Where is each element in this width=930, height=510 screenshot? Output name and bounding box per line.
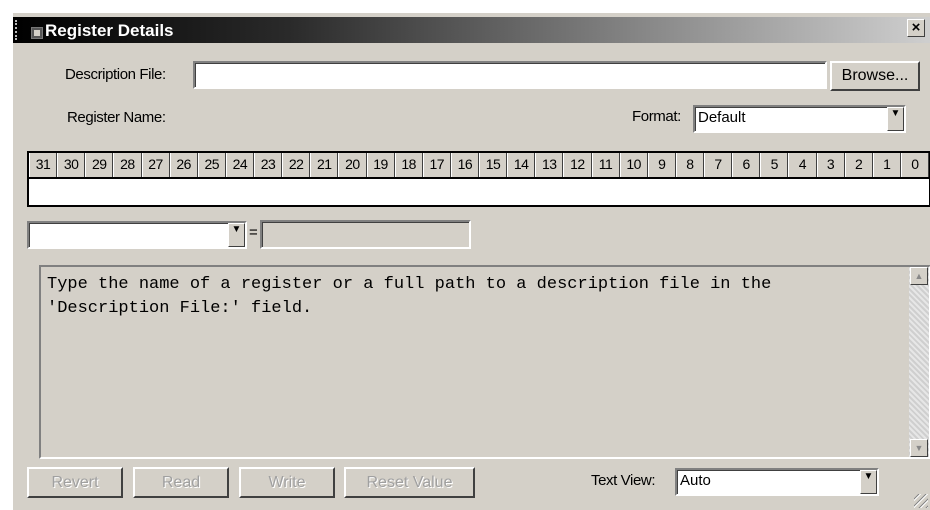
bit-header-10: 10 [619, 153, 648, 177]
browse-button[interactable]: Browse... [830, 61, 920, 91]
scroll-down-icon[interactable]: ▼ [910, 439, 928, 457]
bit-header-3: 3 [816, 153, 845, 177]
text-view-value: Auto [680, 472, 711, 489]
bit-header-19: 19 [366, 153, 395, 177]
output-text: Type the name of a register or a full pa… [47, 273, 892, 321]
bit-header-15: 15 [479, 153, 508, 177]
output-text-line2: 'Description File:' field. [47, 299, 313, 318]
bit-header-row: 31 30 29 28 27 26 25 24 23 22 21 20 19 18 17 16 15 14 13 12… [29, 153, 929, 179]
text-view-select[interactable]: Auto ▼ [675, 468, 879, 496]
grip-icon [15, 20, 21, 40]
equals-sign: = [249, 224, 258, 241]
reset-value-button[interactable]: Reset Value [344, 467, 475, 498]
app-icon [31, 27, 43, 39]
bit-header-22: 22 [282, 153, 311, 177]
close-button[interactable]: × [907, 19, 925, 37]
bit-header-17: 17 [422, 153, 451, 177]
bit-header-9: 9 [647, 153, 676, 177]
format-value: Default [698, 109, 746, 126]
register-name-label: Register Name: [67, 109, 166, 126]
bit-header-18: 18 [394, 153, 423, 177]
field-select[interactable]: ▼ [27, 221, 247, 249]
read-button[interactable]: Read [133, 467, 229, 498]
description-file-label: Description File: [65, 66, 166, 83]
bit-header-28: 28 [113, 153, 142, 177]
bit-header-27: 27 [141, 153, 170, 177]
bit-header-29: 29 [85, 153, 114, 177]
chevron-down-icon[interactable]: ▼ [887, 107, 904, 131]
bit-header-31: 31 [29, 153, 58, 177]
bit-header-12: 12 [563, 153, 592, 177]
bit-header-16: 16 [450, 153, 479, 177]
write-button[interactable]: Write [239, 467, 335, 498]
bit-header-14: 14 [507, 153, 536, 177]
bit-header-2: 2 [844, 153, 873, 177]
chevron-down-icon[interactable]: ▼ [860, 470, 877, 494]
bit-header-11: 11 [591, 153, 620, 177]
bit-header-5: 5 [760, 153, 789, 177]
format-label: Format: [632, 108, 681, 125]
format-select[interactable]: Default ▼ [693, 105, 906, 133]
text-view-label: Text View: [591, 472, 656, 489]
bit-header-23: 23 [254, 153, 283, 177]
bit-header-1: 1 [872, 153, 901, 177]
scroll-up-icon[interactable]: ▲ [910, 267, 928, 285]
resize-grip-icon[interactable] [914, 494, 928, 508]
bit-header-30: 30 [57, 153, 86, 177]
bit-header-20: 20 [338, 153, 367, 177]
bit-header-7: 7 [704, 153, 733, 177]
bit-header-4: 4 [788, 153, 817, 177]
bit-header-25: 25 [197, 153, 226, 177]
register-details-window: Register Details × Description File: Bro… [12, 12, 930, 510]
bit-header-26: 26 [169, 153, 198, 177]
chevron-down-icon[interactable]: ▼ [228, 223, 245, 247]
vertical-scrollbar[interactable]: ▲ ▼ [909, 267, 929, 457]
window-title: Register Details [45, 21, 174, 40]
bit-header-0: 0 [900, 153, 929, 177]
bit-header-6: 6 [732, 153, 761, 177]
description-file-input[interactable] [193, 61, 827, 89]
bit-header-21: 21 [310, 153, 339, 177]
bit-grid: 31 30 29 28 27 26 25 24 23 22 21 20 19 18 17 16 15 14 13 12… [27, 151, 930, 207]
title-bar[interactable]: Register Details [13, 17, 930, 43]
bit-header-24: 24 [225, 153, 254, 177]
bit-header-13: 13 [535, 153, 564, 177]
output-text-line1: Type the name of a register or a full pa… [47, 275, 772, 294]
field-value-display [260, 220, 471, 249]
bit-header-8: 8 [675, 153, 704, 177]
revert-button[interactable]: Revert [27, 467, 123, 498]
output-text-area[interactable]: Type the name of a register or a full pa… [39, 265, 930, 459]
